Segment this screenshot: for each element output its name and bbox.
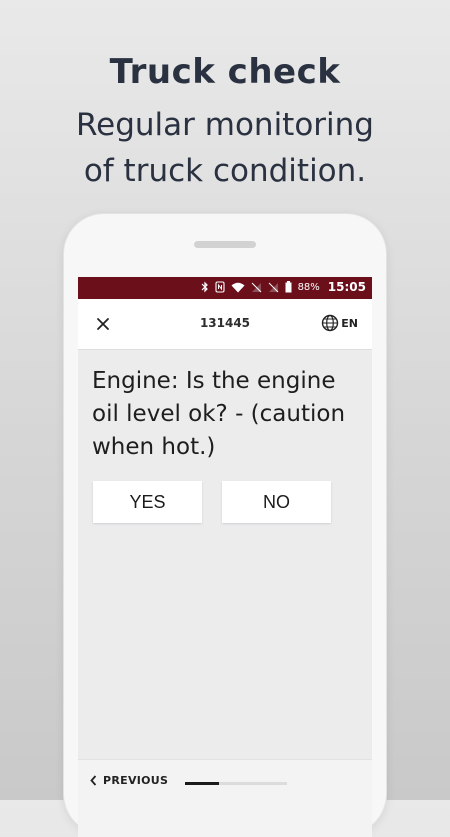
chevron-left-icon — [90, 775, 97, 786]
question-line-1: Engine: Is the engine — [92, 368, 336, 394]
status-bar: 88% 15:05 — [78, 277, 372, 299]
wifi-icon — [231, 282, 245, 293]
question-text: Engine: Is the engine oil level ok? - (c… — [92, 365, 364, 464]
question-line-2: oil level ok? - (caution — [92, 401, 346, 427]
progress-fill — [185, 782, 219, 785]
language-label: EN — [341, 316, 358, 330]
question-line-3: when hot.) — [92, 434, 216, 460]
no-button[interactable]: NO — [222, 481, 331, 523]
battery-level: 88% — [297, 281, 320, 293]
promo-subtitle-line-2: of truck condition. — [83, 153, 367, 189]
status-time: 15:05 — [327, 280, 366, 294]
app-screen: 88% 15:05 131445 EN Engine: Is the engin… — [78, 277, 372, 837]
previous-label: PREVIOUS — [103, 774, 169, 787]
app-header: 131445 EN — [78, 299, 372, 350]
progress-track — [185, 782, 287, 785]
bluetooth-icon — [201, 281, 209, 293]
globe-icon — [322, 314, 339, 332]
status-icons: 88% 15:05 — [201, 280, 366, 294]
bottom-navigation: PREVIOUS — [78, 759, 372, 837]
yes-button[interactable]: YES — [93, 481, 202, 523]
promo-subtitle-line-1: Regular monitoring — [76, 107, 374, 143]
signal-off-icon — [251, 282, 262, 293]
nfc-icon — [215, 281, 225, 293]
previous-button[interactable]: PREVIOUS — [90, 774, 168, 787]
signal-off-icon-2 — [268, 282, 279, 293]
promo-subtitle: Regular monitoring of truck condition. — [0, 102, 450, 194]
language-button[interactable]: EN — [321, 314, 358, 332]
phone-speaker — [194, 241, 256, 248]
battery-icon — [285, 281, 292, 293]
phone-frame: 88% 15:05 131445 EN Engine: Is the engin… — [64, 214, 386, 837]
promo-title: Truck check — [109, 52, 341, 92]
